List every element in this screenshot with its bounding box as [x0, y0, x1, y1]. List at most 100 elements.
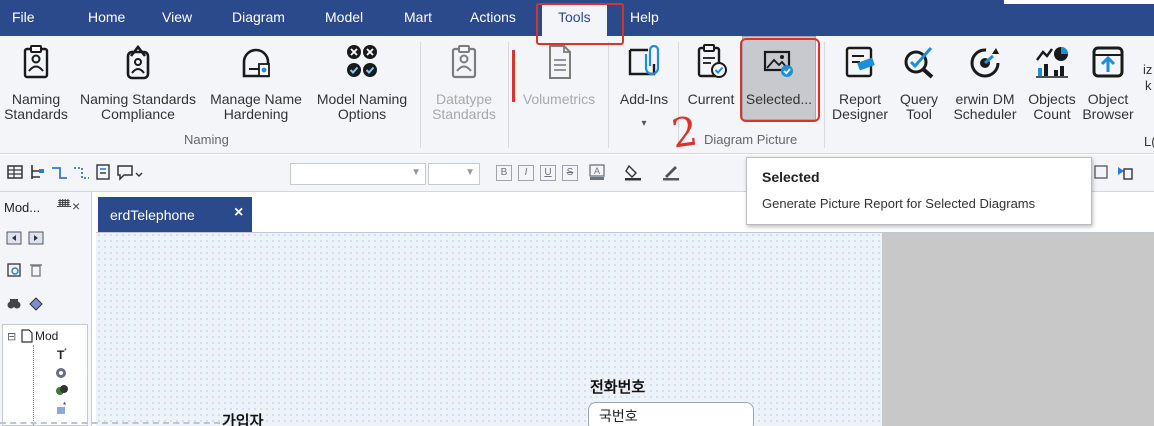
- tree-node-icon[interactable]: [55, 365, 69, 379]
- objects-count-button[interactable]: Objects Count: [1024, 36, 1080, 136]
- model-explorer-panel: Mod... ᚙ × ⊟ Mod T * *: [0, 192, 92, 426]
- naming-group-label: Naming: [184, 132, 229, 147]
- bold-button[interactable]: B: [496, 165, 512, 181]
- volumetrics-label: Volumetrics: [522, 91, 596, 107]
- volumetrics-button[interactable]: Volumetrics: [514, 36, 604, 136]
- svg-text:A: A: [594, 166, 600, 176]
- current-picture-icon: [697, 44, 727, 78]
- menu-diagram[interactable]: Diagram: [232, 9, 285, 25]
- delete-icon[interactable]: [28, 262, 44, 278]
- table-icon[interactable]: [6, 163, 24, 181]
- diagram-picture-group-label: Diagram Picture: [704, 132, 798, 147]
- svg-text:*: *: [63, 401, 66, 410]
- datatype-standards-button[interactable]: Datatype Standards: [426, 36, 502, 136]
- ribbon-separator: [508, 42, 509, 148]
- menu-help[interactable]: Help: [630, 9, 659, 25]
- find-icon[interactable]: [6, 296, 22, 312]
- naming-standards-compliance-button[interactable]: Naming Standards Compliance: [74, 36, 202, 136]
- fill-color-icon[interactable]: [624, 163, 642, 181]
- ribbon-separator: [420, 42, 421, 148]
- object-browser-label: Object Browser: [1082, 91, 1134, 122]
- canvas-outside-area: [882, 232, 1154, 426]
- tab-erdtelephone[interactable]: erdTelephone ×: [98, 197, 252, 232]
- comment-icon[interactable]: [116, 163, 134, 181]
- menu-actions[interactable]: Actions: [470, 9, 516, 25]
- entity-attribute[interactable]: 국번호: [599, 406, 638, 426]
- line-color-icon[interactable]: [662, 163, 680, 181]
- manage-name-hardening-button[interactable]: Manage Name Hardening: [204, 36, 308, 136]
- close-tab-icon[interactable]: ×: [234, 204, 243, 222]
- tree-root-label[interactable]: Mod: [35, 329, 58, 343]
- toolbar-overflow-icon[interactable]: [134, 163, 144, 181]
- close-icon[interactable]: ×: [72, 198, 80, 214]
- toolbar-partial-icon[interactable]: [1116, 163, 1134, 181]
- strikethrough-button[interactable]: S: [562, 165, 578, 181]
- tree-node-icon[interactable]: T *: [55, 347, 69, 361]
- tree-node-icon[interactable]: *: [55, 401, 69, 415]
- model-naming-options-button[interactable]: Model Naming Options: [310, 36, 414, 136]
- ribbon-separator: [824, 42, 825, 148]
- add-ins-button[interactable]: Add-Ins ▾: [612, 36, 676, 136]
- objects-count-icon: [1036, 47, 1068, 78]
- menu-file[interactable]: File: [12, 9, 35, 25]
- entity-title-subscriber[interactable]: 가입자: [222, 410, 263, 426]
- object-browser-button[interactable]: Object Browser: [1080, 36, 1136, 136]
- annotation-step-number: 2: [668, 108, 701, 158]
- tree-node-icon[interactable]: [55, 383, 69, 397]
- font-color-icon[interactable]: A: [588, 163, 606, 181]
- menu-view[interactable]: View: [162, 9, 192, 25]
- font-name-combo[interactable]: ▼: [290, 163, 426, 185]
- font-size-combo[interactable]: ▼: [428, 163, 480, 185]
- report-designer-button[interactable]: Report Designer: [830, 36, 890, 136]
- selected-button-highlight: [740, 38, 820, 122]
- next-icon[interactable]: [28, 230, 44, 246]
- scheduler-icon: [970, 48, 1000, 78]
- tab-label: erdTelephone: [110, 207, 195, 223]
- ribbon: Naming Standards Naming Standards Compli…: [0, 36, 1154, 154]
- report-designer-icon: [845, 46, 875, 78]
- diagram-canvas[interactable]: [96, 232, 882, 426]
- erwin-dm-scheduler-button[interactable]: erwin DM Scheduler: [946, 36, 1024, 136]
- hierarchy-icon[interactable]: [28, 163, 46, 181]
- relationship-icon[interactable]: [50, 163, 68, 181]
- naming-standards-button[interactable]: Naming Standards: [0, 36, 72, 136]
- tag-icon[interactable]: [28, 296, 44, 312]
- tooltip-description: Generate Picture Report for Selected Dia…: [762, 196, 1036, 211]
- add-ins-dropdown-icon[interactable]: ▾: [612, 118, 676, 129]
- entity-title-phone-number[interactable]: 전화번호: [590, 376, 645, 397]
- svg-text:*: *: [64, 348, 67, 355]
- italic-button[interactable]: I: [518, 165, 534, 181]
- subtype-icon[interactable]: [94, 163, 112, 181]
- object-browser-icon: [1092, 46, 1124, 78]
- underline-button[interactable]: U: [540, 165, 556, 181]
- add-ins-icon: [628, 44, 660, 76]
- tooltip-title: Selected: [762, 169, 820, 185]
- menu-home[interactable]: Home: [88, 9, 125, 25]
- pin-icon[interactable]: ᚙ: [57, 199, 71, 213]
- menu-mart[interactable]: Mart: [404, 9, 432, 25]
- tree-guide-line: [33, 345, 34, 425]
- report-designer-label: Report Designer: [831, 91, 889, 122]
- annotation-mark-line: [512, 50, 515, 102]
- properties-icon[interactable]: [6, 262, 22, 278]
- naming-standards-compliance-label: Naming Standards Compliance: [80, 91, 196, 122]
- query-tool-label: Query Tool: [899, 91, 939, 122]
- volumetrics-icon: [549, 45, 571, 79]
- naming-standards-label: Naming Standards: [4, 91, 68, 122]
- query-tool-button[interactable]: Query Tool: [894, 36, 944, 136]
- add-ins-label: Add-Ins: [619, 91, 669, 107]
- entity-phone-number[interactable]: 국번호: [588, 402, 754, 426]
- name-hardening-icon: [242, 48, 270, 78]
- compliance-icon: [126, 44, 150, 80]
- chevron-down-icon: ▼: [411, 167, 421, 178]
- cut-off-ribbon-text: L(: [1144, 134, 1154, 149]
- collapse-icon[interactable]: ⊟: [7, 330, 16, 343]
- previous-icon[interactable]: [6, 230, 22, 246]
- datatype-standards-icon: [451, 45, 477, 79]
- relationship-dashed-icon[interactable]: [72, 163, 90, 181]
- model-file-icon: [21, 329, 33, 343]
- cut-off-ribbon-text: iz: [1143, 62, 1153, 77]
- toolbar-partial-icon[interactable]: [1092, 163, 1110, 181]
- naming-standards-icon: [23, 45, 49, 79]
- menu-model[interactable]: Model: [325, 9, 363, 25]
